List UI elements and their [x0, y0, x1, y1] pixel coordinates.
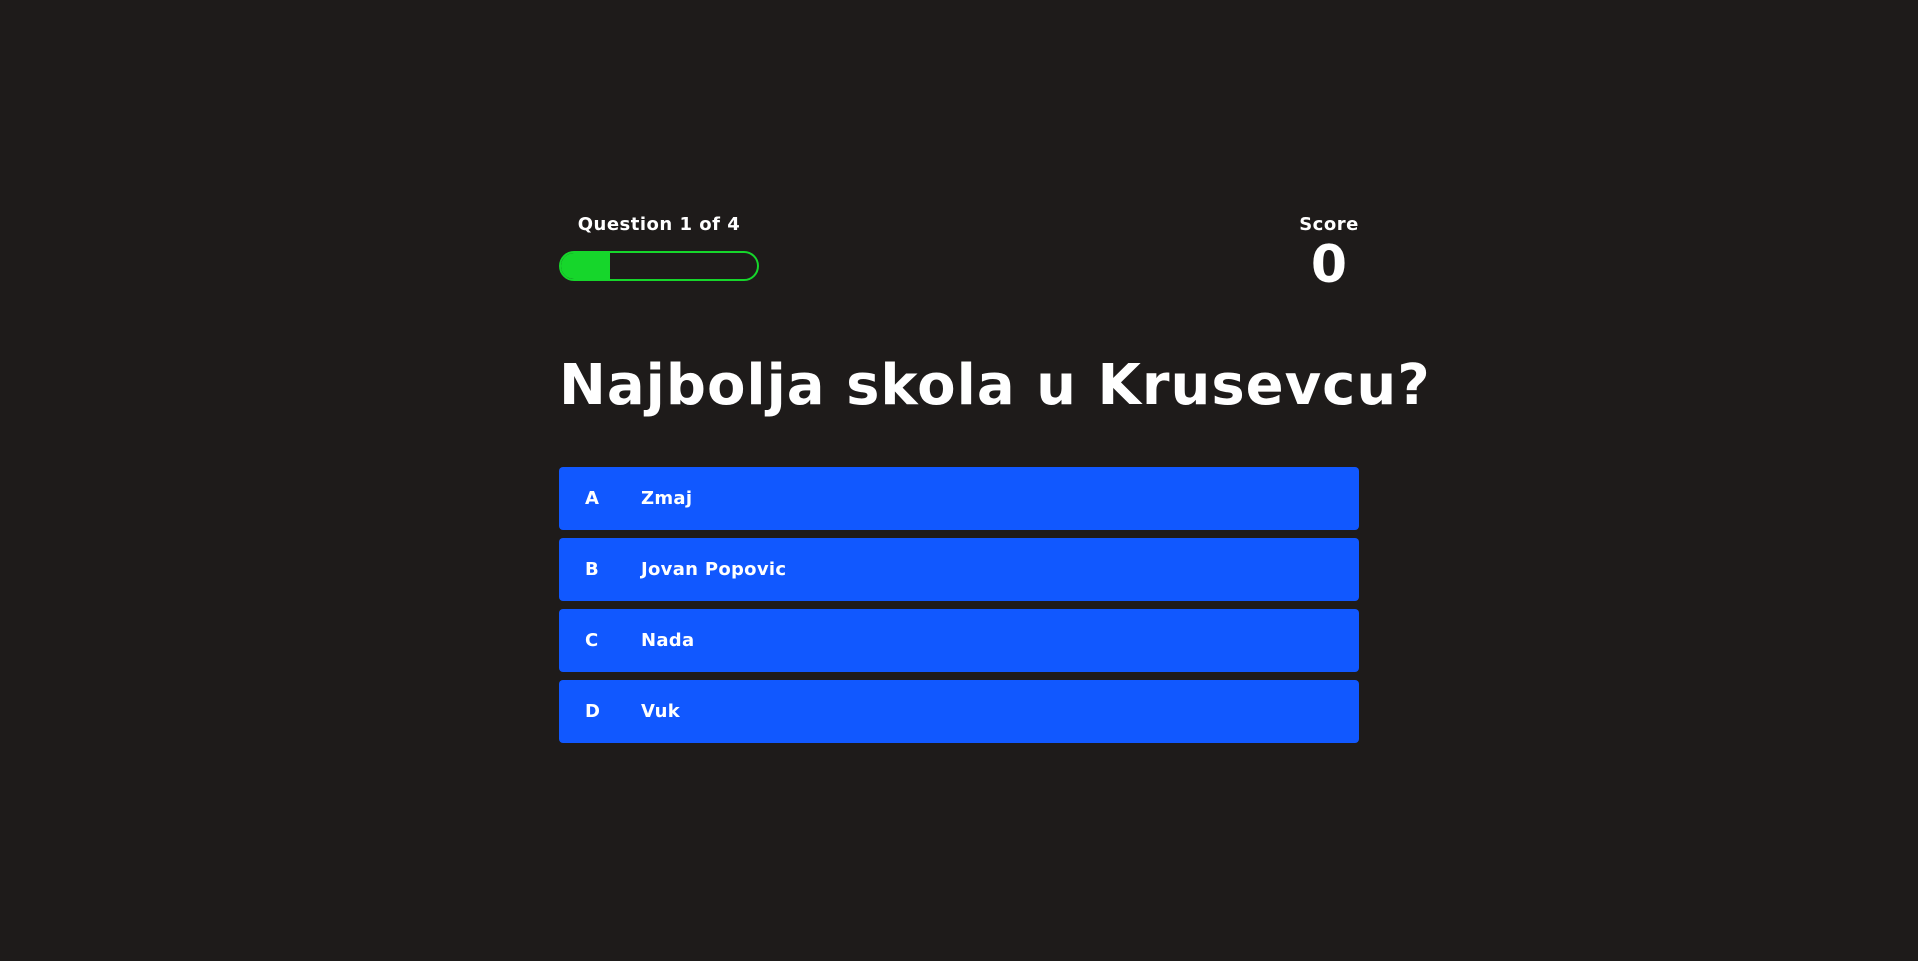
score-label: Score — [1299, 214, 1359, 235]
quiz-container: Question 1 of 4 Score 0 Najbolja skola u… — [559, 200, 1431, 751]
score-value: 0 — [1310, 235, 1348, 295]
answer-option-b[interactable]: B Jovan Popovic — [559, 537, 1359, 601]
answer-option-a[interactable]: A Zmaj — [559, 466, 1359, 530]
answer-letter: C — [585, 629, 599, 651]
answer-letter: D — [585, 700, 600, 722]
answer-text: Zmaj — [641, 487, 693, 509]
score-section: Score 0 — [1299, 214, 1359, 291]
answer-letter: B — [585, 558, 599, 580]
answer-text: Jovan Popovic — [641, 558, 787, 580]
progress-bar — [559, 251, 759, 281]
progress-fill — [561, 253, 610, 279]
question-title: Najbolja skola u Krusevcu? — [559, 353, 1431, 418]
progress-label: Question 1 of 4 — [577, 214, 741, 235]
answer-option-d[interactable]: D Vuk — [559, 679, 1359, 743]
quiz-hud: Question 1 of 4 Score 0 — [559, 200, 1359, 310]
answer-letter: A — [585, 487, 599, 509]
answer-text: Nada — [641, 629, 695, 651]
answer-option-c[interactable]: C Nada — [559, 608, 1359, 672]
answer-list: A Zmaj B Jovan Popovic C Nada D Vuk — [559, 466, 1359, 743]
progress-section: Question 1 of 4 — [559, 214, 759, 281]
answer-text: Vuk — [641, 700, 680, 722]
